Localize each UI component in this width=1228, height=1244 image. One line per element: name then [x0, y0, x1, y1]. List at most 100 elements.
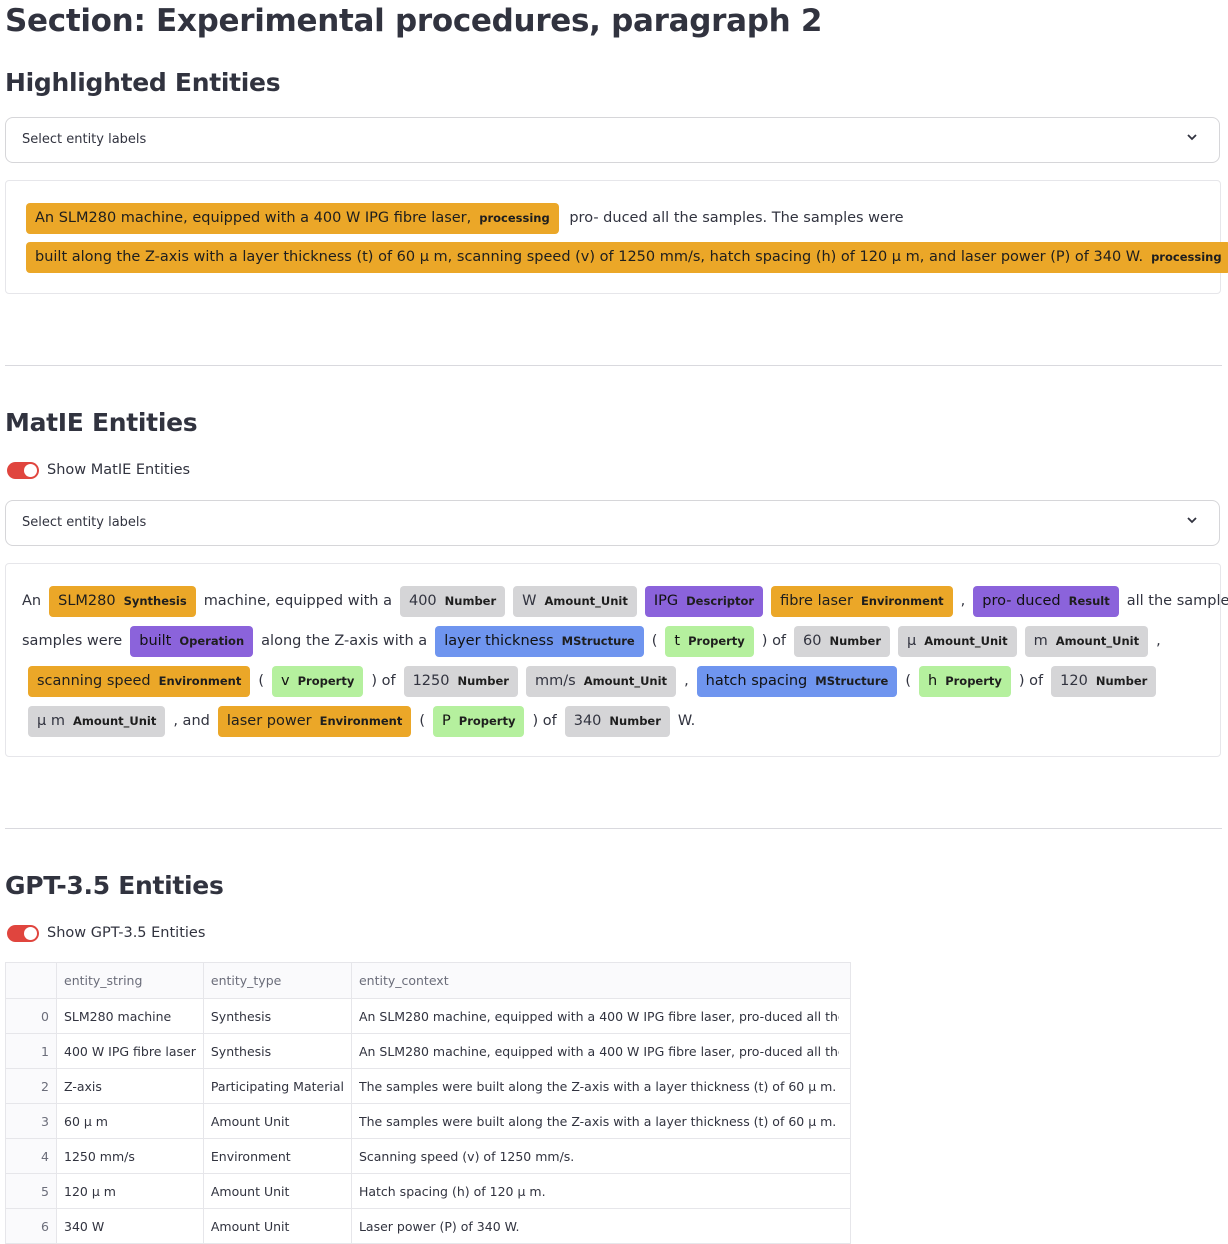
- matie-line-4: μ m Amount_Unit , and laser power Environmen…: [24, 705, 699, 737]
- table-cell: Amount Unit: [202, 1103, 352, 1139]
- entity-span: An SLM280 machine, equipped with a 400 W…: [26, 202, 559, 234]
- entity-span: SLM280 Synthesis: [49, 585, 196, 617]
- context-text: The samples were built along the Z-axis …: [358, 1078, 837, 1094]
- toggle-switch[interactable]: [7, 925, 39, 942]
- entity-span: built Operation: [130, 625, 254, 657]
- entity-span: 400 Number: [399, 585, 506, 617]
- highlighted-line-1: An SLM280 machine, equipped with a 400 W…: [26, 202, 908, 234]
- entity-span: W Amount_Unit: [513, 585, 637, 617]
- entity-label: Number: [444, 593, 497, 608]
- table-cell: 400 W IPG fibre laser: [56, 1033, 204, 1069]
- column-header[interactable]: entity_context: [350, 962, 851, 999]
- entity-text: 340: [573, 712, 602, 729]
- toggle-switch[interactable]: [7, 462, 39, 479]
- entity-span: fibre laser Environment: [771, 585, 953, 617]
- plain-text: all the samples. The: [1126, 593, 1228, 609]
- entity-span: layer thickness MStructure: [435, 625, 644, 657]
- entity-label: Environment: [860, 593, 944, 608]
- entity-label: Property: [458, 713, 516, 728]
- entity-text: layer thickness: [444, 632, 554, 649]
- entity-label: Property: [688, 633, 745, 648]
- highlighted-line-2: built along the Z-axis with a layer thic…: [26, 242, 1228, 274]
- gpt-entities-table[interactable]: entity_string entity_type entity_context…: [5, 962, 851, 1244]
- entity-text: v: [281, 672, 290, 689]
- highlighted-label-select[interactable]: Select entity labels: [5, 117, 1220, 163]
- table-cell: Laser power (P) of 340 W.: [350, 1208, 851, 1244]
- plain-text: ,: [684, 673, 689, 689]
- plain-text: ) of: [532, 713, 557, 729]
- plain-text: ) of: [1018, 673, 1044, 689]
- plain-text: (: [905, 673, 911, 689]
- entity-span: 60 Number: [794, 625, 890, 657]
- table-row[interactable]: 2 Z-axis Participating Material The samples…: [5, 1068, 851, 1104]
- row-index: 4: [5, 1138, 57, 1174]
- entity-label: Number: [1095, 673, 1148, 688]
- plain-text: samples were: [22, 633, 123, 649]
- toggle-label: Show GPT-3.5 Entities: [47, 925, 206, 941]
- table-cell: Synthesis: [202, 998, 352, 1034]
- row-index: 5: [5, 1173, 57, 1209]
- context-text: An SLM280 machine, equipped with a 400 W…: [358, 1008, 839, 1024]
- entity-span: h Property: [918, 665, 1011, 697]
- entity-span: t Property: [665, 625, 754, 657]
- entity-text: t: [674, 632, 681, 649]
- table-cell: Amount Unit: [202, 1208, 352, 1244]
- entity-text: W: [522, 592, 537, 609]
- table-cell: 120 μ m: [56, 1173, 204, 1209]
- entity-label: Operation: [179, 633, 245, 648]
- matie-entities-heading: MatIE Entities: [5, 408, 198, 437]
- context-text: Laser power (P) of 340 W.: [358, 1218, 520, 1234]
- entity-text: 60: [803, 632, 822, 649]
- matie-line-1: An SLM280 Synthesis machine, equipped with …: [18, 585, 1228, 617]
- plain-text: ,: [1156, 633, 1161, 649]
- plain-text: ) of: [761, 633, 787, 649]
- entity-text: 1250: [412, 672, 450, 689]
- entity-label: MStructure: [561, 633, 635, 648]
- table-cell: An SLM280 machine, equipped with a 400 W…: [350, 998, 851, 1034]
- highlighted-text-panel: An SLM280 machine, equipped with a 400 W…: [5, 180, 1228, 294]
- entity-text: m: [1033, 632, 1048, 649]
- plain-text: machine, equipped with a: [203, 593, 392, 609]
- table-cell: Synthesis: [202, 1033, 352, 1069]
- table-row[interactable]: 1 400 W IPG fibre laser Synthesis An SLM280…: [5, 1033, 851, 1069]
- matie-label-select[interactable]: Select entity labels: [5, 500, 1220, 546]
- entity-text: 120: [1060, 672, 1088, 689]
- gpt-entities-heading: GPT-3.5 Entities: [5, 871, 224, 900]
- divider: [5, 365, 1222, 366]
- entity-span: 120 Number: [1051, 665, 1157, 697]
- entity-label: Amount_Unit: [72, 713, 157, 728]
- entity-text: P: [442, 712, 451, 729]
- plain-text: ) of: [371, 673, 396, 689]
- highlighted-entities-heading: Highlighted Entities: [5, 68, 281, 97]
- entity-span: mm/s Amount_Unit: [525, 665, 677, 697]
- entity-label: Property: [945, 673, 1002, 688]
- entity-label: Amount_Unit: [924, 633, 1008, 648]
- row-index: 1: [5, 1033, 57, 1069]
- matie-text-panel: An SLM280 Synthesis machine, equipped with …: [5, 563, 1228, 757]
- table-cell: Scanning speed (v) of 1250 mm/s.: [350, 1138, 851, 1174]
- table-row[interactable]: 3 60 μ m Amount Unit The samples were built…: [5, 1103, 851, 1139]
- entity-text: hatch spacing: [705, 672, 808, 689]
- plain-text: along the Z-axis with a: [261, 633, 428, 649]
- context-text: Hatch spacing (h) of 120 μ m.: [358, 1183, 546, 1199]
- entity-label: Amount_Unit: [1055, 633, 1140, 648]
- table-row[interactable]: 6 340 W Amount Unit Laser power (P) of 340 …: [5, 1208, 851, 1244]
- entity-text: fibre laser: [780, 592, 853, 609]
- entity-text: scanning speed: [37, 672, 151, 689]
- table-row[interactable]: 0 SLM280 machine Synthesis An SLM280 machin…: [5, 998, 851, 1034]
- entity-label: Number: [829, 633, 882, 648]
- plain-text: W.: [677, 713, 696, 729]
- column-header[interactable]: entity_type: [202, 962, 352, 999]
- row-index: 6: [5, 1208, 57, 1244]
- plain-text: pro- duced all the samples. The samples …: [569, 210, 904, 226]
- table-row[interactable]: 5 120 μ m Amount Unit Hatch spacing (h) of …: [5, 1173, 851, 1209]
- context-text: Scanning speed (v) of 1250 mm/s.: [358, 1148, 575, 1164]
- entity-label: Environment: [158, 673, 242, 688]
- column-header[interactable]: entity_string: [56, 962, 204, 999]
- table-cell: SLM280 machine: [56, 998, 204, 1034]
- table-cell: Amount Unit: [202, 1173, 352, 1209]
- entity-span: v Property: [272, 665, 364, 697]
- entity-text: μ m: [37, 712, 65, 729]
- divider: [5, 828, 1222, 829]
- table-row[interactable]: 4 1250 mm/s Environment Scanning speed (v) …: [5, 1138, 851, 1174]
